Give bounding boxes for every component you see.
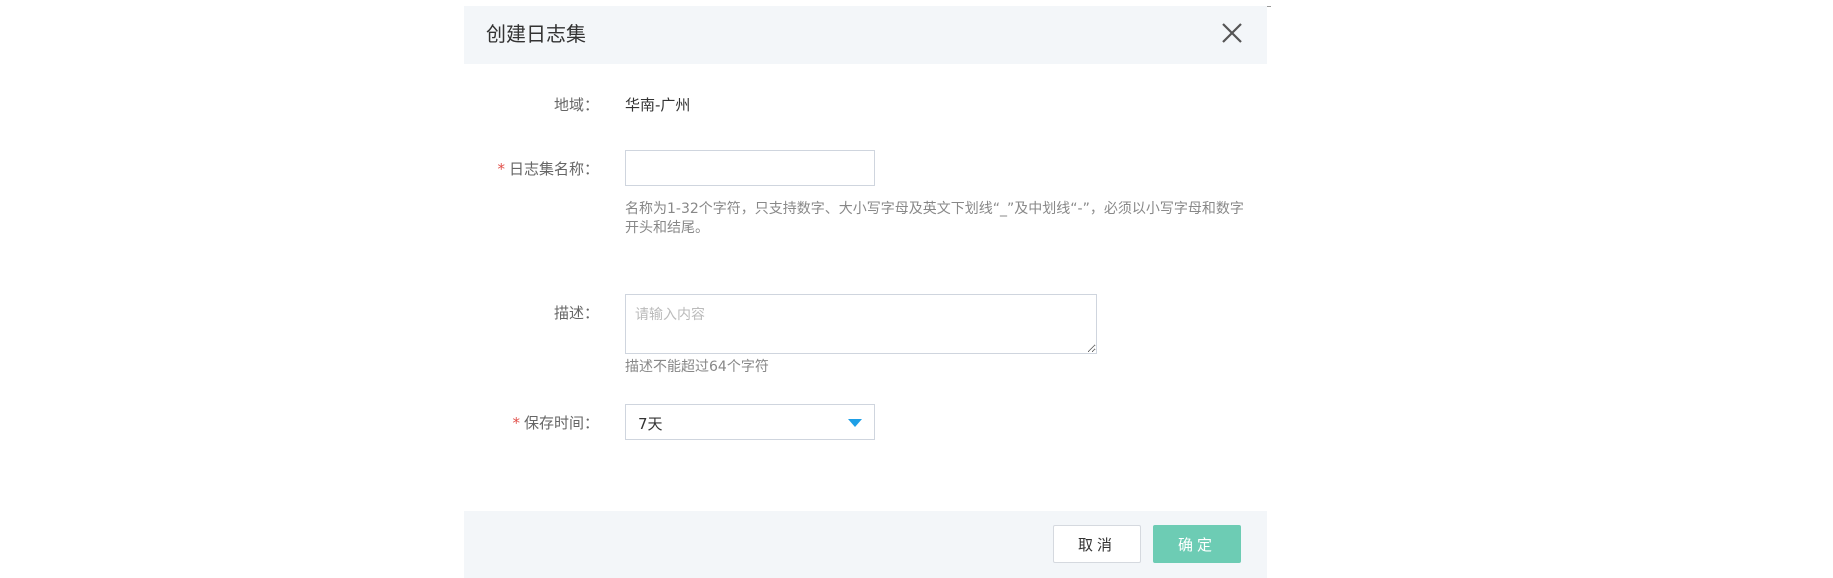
retention-select[interactable]: 7天: [625, 404, 875, 440]
retention-selected-value: 7天: [638, 415, 663, 433]
logset-name-input[interactable]: [625, 150, 875, 186]
dialog-header: 创建日志集: [464, 6, 1267, 64]
caret-down-icon: [848, 419, 862, 427]
region-value: 华南-广州: [625, 96, 691, 114]
region-label: 地域：: [553, 96, 599, 114]
corner-mark: [1267, 6, 1271, 7]
required-mark: *: [497, 160, 505, 178]
required-mark: *: [512, 414, 520, 432]
retention-label: 保存时间：: [523, 414, 599, 432]
description-label: 描述：: [553, 304, 599, 322]
description-help-text: 描述不能超过64个字符: [625, 359, 769, 375]
dialog-title: 创建日志集: [486, 22, 586, 46]
close-icon: [1222, 23, 1242, 43]
retention-label-wrap: * 保存时间：: [512, 412, 599, 433]
confirm-button[interactable]: 确定: [1153, 525, 1241, 563]
dialog-footer: 取消 确定: [464, 511, 1267, 578]
name-label: 日志集名称：: [508, 160, 599, 178]
name-label-wrap: * 日志集名称：: [497, 158, 599, 179]
description-textarea[interactable]: [625, 294, 1097, 354]
cancel-button[interactable]: 取消: [1053, 525, 1141, 563]
create-logset-dialog: 创建日志集 地域： 华南-广州 * 日志集名称： 名称为1-32个字符，只支持数字…: [464, 6, 1267, 578]
close-button[interactable]: [1217, 18, 1247, 48]
name-help-text: 名称为1-32个字符，只支持数字、大小写字母及英文下划线“_”及中划线“-”，必…: [625, 201, 1244, 236]
